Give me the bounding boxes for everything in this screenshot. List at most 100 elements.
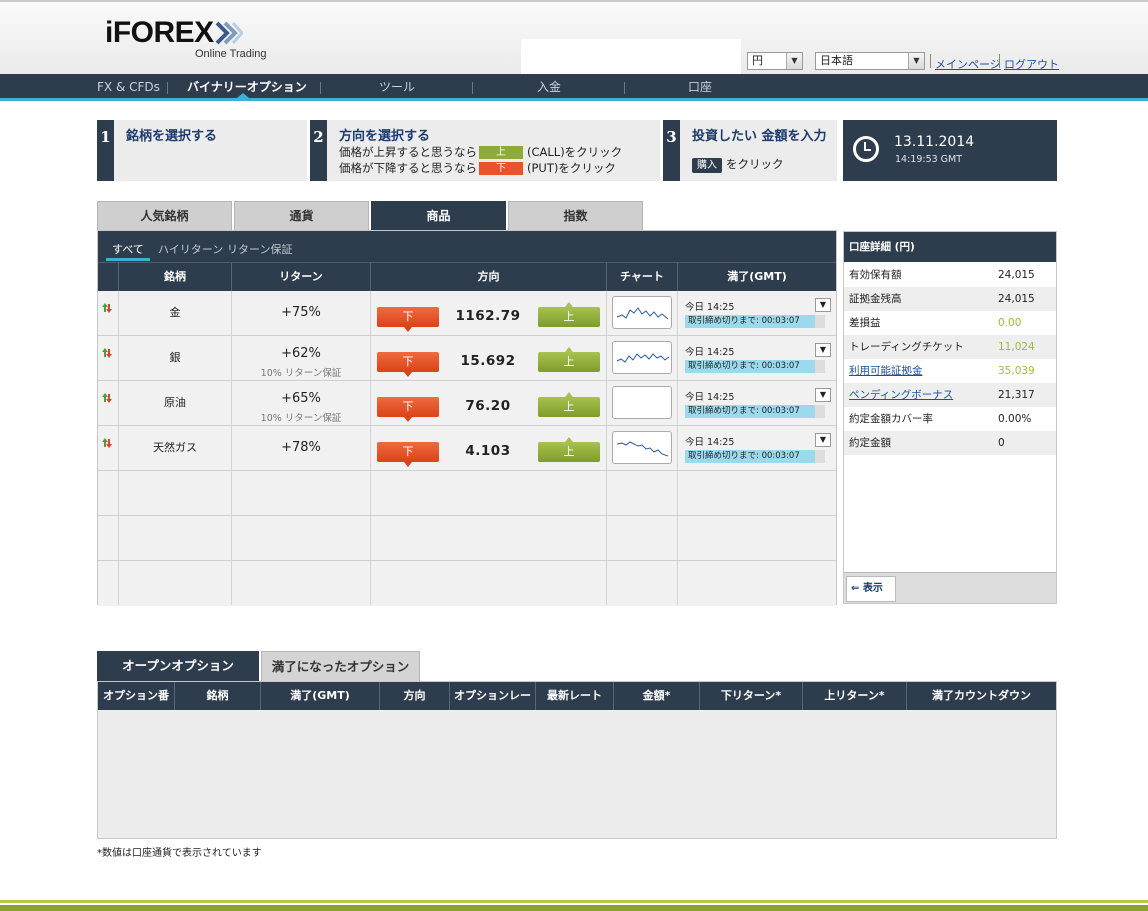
expiry-dropdown[interactable]: ▼: [815, 343, 831, 357]
expiry-dropdown[interactable]: ▼: [815, 433, 831, 447]
nav-item-tools[interactable]: ツール: [379, 74, 415, 100]
col-countdown: 満了カウントダウン: [906, 682, 1056, 710]
step-1-number: 1: [97, 120, 114, 181]
account-row-balance: 証拠金残高 24,015: [844, 287, 1056, 311]
account-row-coverage: 約定金額カバー率 0.00%: [844, 407, 1056, 431]
col-latest-rate: 最新レート: [535, 682, 613, 710]
tab-currency[interactable]: 通貨: [234, 201, 369, 230]
col-direction: 方向: [370, 263, 606, 291]
options-table-header: オプション番 銘柄 満了(GMT) 方向 オプションレー 最新レート 金額* 下…: [98, 682, 1056, 710]
call-button[interactable]: 上: [538, 347, 600, 372]
currency-select[interactable]: 円 ▼: [747, 52, 803, 70]
tab-indices[interactable]: 指数: [508, 201, 643, 230]
account-label: トレーディングチケット: [849, 341, 964, 353]
asset-name: 原油: [164, 396, 186, 409]
tab-open-options[interactable]: オープンオプション: [97, 651, 259, 681]
chevron-down-icon: ▼: [786, 53, 802, 69]
expiry-time: 今日 14:25: [685, 437, 735, 448]
tab-expired-options[interactable]: 満了になったオプション: [261, 651, 420, 681]
account-value: 21,317: [998, 389, 1035, 401]
nav-item-deposit[interactable]: 入金: [537, 74, 561, 100]
chevron-down-icon: ▼: [819, 435, 827, 444]
step-1: 1 銘柄を選択する: [97, 120, 307, 181]
mini-chart[interactable]: [612, 341, 672, 374]
nav-item-account[interactable]: 口座: [688, 74, 712, 100]
nav-item-fx-cfds[interactable]: FX & CFDs: [97, 74, 160, 100]
account-value: 24,015: [998, 269, 1035, 281]
put-button[interactable]: 下: [377, 397, 439, 422]
expiry-dropdown[interactable]: ▼: [815, 298, 831, 312]
trend-arrows-icon: [102, 393, 112, 403]
asset-return: +65%: [281, 391, 321, 406]
logout-link[interactable]: ログアウト: [1004, 56, 1059, 72]
main-page-link[interactable]: メインページ: [935, 56, 1001, 72]
mini-chart[interactable]: [612, 296, 672, 329]
call-button[interactable]: 上: [538, 302, 600, 327]
step-3-number: 3: [663, 120, 680, 181]
subtab-all[interactable]: すべて: [112, 241, 144, 257]
trend-arrows-icon: [102, 348, 112, 358]
account-row-equity: 有効保有額 24,015: [844, 263, 1056, 287]
account-row-pending-bonus: ペンディングボーナス 21,317: [844, 383, 1056, 407]
available-margin-link[interactable]: 利用可能証拠金: [849, 359, 923, 383]
language-select-value: 日本語: [820, 54, 853, 67]
asset-return: +62%: [281, 346, 321, 361]
header-divider: [930, 54, 931, 68]
call-button[interactable]: 上: [538, 437, 600, 462]
asset-row[interactable]: 金 +75% 下 1162.79 上 今日 14:25 ▼ 取引締め切りまで: …: [98, 291, 836, 336]
col-option-asset: 銘柄: [174, 682, 260, 710]
step-3-title: 投資したい 金額を入力: [692, 129, 827, 144]
step-2-put-line: 価格が下降すると思うなら下 (PUT)をクリック: [339, 160, 616, 176]
nav-divider: [320, 82, 321, 94]
step-2-call-text: 価格が上昇すると思うなら: [339, 145, 477, 159]
tab-commodities[interactable]: 商品: [371, 201, 506, 230]
account-value: 0: [998, 437, 1005, 449]
expiry-time: 今日 14:25: [685, 347, 735, 358]
account-value: 0.00%: [998, 413, 1032, 425]
asset-row[interactable]: 天然ガス +78% 下 4.103 上 今日 14:25 ▼ 取引締め切りまで:…: [98, 426, 836, 471]
step-2-put-text: 価格が下降すると思うなら: [339, 161, 477, 175]
subtab-active-indicator: [106, 258, 150, 261]
step-3: 3 投資したい 金額を入力 購入 をクリック: [663, 120, 837, 181]
empty-row: [98, 471, 836, 516]
account-label: 有効保有額: [849, 269, 902, 281]
asset-row[interactable]: 原油 +65% 10% リターン保証 下 76.20 上 今日 14:25 ▼ …: [98, 381, 836, 426]
market-table-header: 銘柄 リターン 方向 チャート 満了(GMT): [98, 262, 836, 291]
col-chart: チャート: [606, 263, 677, 291]
subtab-high-return[interactable]: ハイリターン: [158, 241, 223, 257]
expiry-countdown: 取引締め切りまで: 00:03:07: [685, 405, 825, 418]
header: iFOREX Online Trading 円 ▼ 日本語 ▼ メインページ ロ…: [0, 0, 1148, 76]
account-value: 35,039: [998, 365, 1035, 377]
show-button[interactable]: ⇐ 表示: [846, 576, 896, 602]
asset-price: 4.103: [465, 443, 511, 459]
language-select[interactable]: 日本語 ▼: [815, 52, 925, 70]
account-label: 証拠金残高: [849, 293, 902, 305]
tab-popular[interactable]: 人気銘柄: [97, 201, 232, 230]
expiry-dropdown[interactable]: ▼: [815, 388, 831, 402]
mini-chart[interactable]: [612, 386, 672, 419]
step-1-title: 銘柄を選択する: [126, 129, 218, 144]
step-2-call-suffix: (CALL)をクリック: [527, 145, 623, 159]
asset-price: 76.20: [465, 398, 511, 414]
step-2-call-line: 価格が上昇すると思うなら上 (CALL)をクリック: [339, 144, 622, 160]
put-button[interactable]: 下: [377, 307, 439, 332]
call-sample-button: 上: [479, 146, 523, 159]
call-button[interactable]: 上: [538, 392, 600, 417]
asset-row[interactable]: 銀 +62% 10% リターン保証 下 15.692 上 今日 14:25 ▼ …: [98, 336, 836, 381]
put-sample-button: 下: [479, 162, 523, 175]
col-amount: 金額*: [613, 682, 699, 710]
clock-time: 14:19:53 GMT: [895, 154, 963, 165]
mini-chart[interactable]: [612, 431, 672, 464]
asset-name: 銀: [169, 351, 181, 364]
pending-bonus-link[interactable]: ペンディングボーナス: [849, 383, 953, 407]
col-option-expiry: 満了(GMT): [260, 682, 379, 710]
buy-sample-button: 購入: [692, 158, 722, 173]
logo[interactable]: iFOREX Online Trading: [105, 18, 267, 61]
subtab-return-guarantee[interactable]: リターン保証: [227, 241, 292, 257]
expiry-countdown: 取引締め切りまで: 00:03:07: [685, 360, 825, 373]
market-table: すべて ハイリターン リターン保証 銘柄 リターン 方向 チャート 満了(GMT…: [97, 230, 837, 606]
put-button[interactable]: 下: [377, 352, 439, 377]
put-button[interactable]: 下: [377, 442, 439, 467]
nav-divider: [624, 82, 625, 94]
step-2-title: 方向を選択する: [339, 129, 431, 144]
